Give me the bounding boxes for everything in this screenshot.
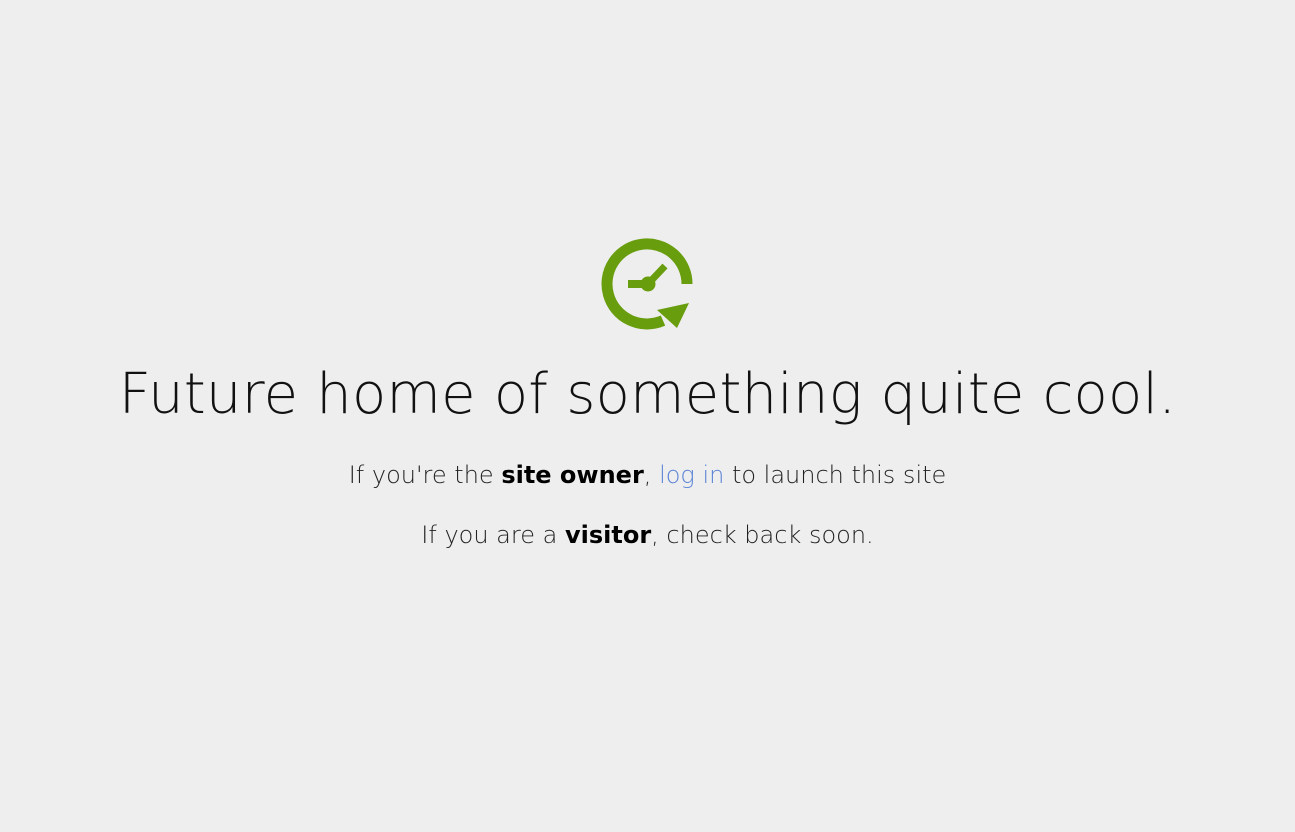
visitor-message-prefix: If you are a [421, 521, 565, 549]
site-owner-label: site owner [501, 461, 644, 489]
page-title: Future home of something quite cool. [118, 362, 1177, 427]
owner-message-comma: , [643, 461, 660, 489]
visitor-message: If you are a visitor, check back soon. [0, 520, 1295, 550]
owner-message-suffix: to launch this site [724, 461, 947, 489]
owner-message: If you're the site owner, log in to laun… [0, 460, 1295, 490]
visitor-message-suffix: , check back soon. [651, 521, 874, 549]
login-link[interactable]: log in [659, 461, 724, 489]
clock-refresh-icon [601, 238, 693, 330]
coming-soon-page: Future home of something quite cool. If … [0, 0, 1295, 832]
owner-message-prefix: If you're the [348, 461, 502, 489]
visitor-label: visitor [564, 521, 652, 549]
